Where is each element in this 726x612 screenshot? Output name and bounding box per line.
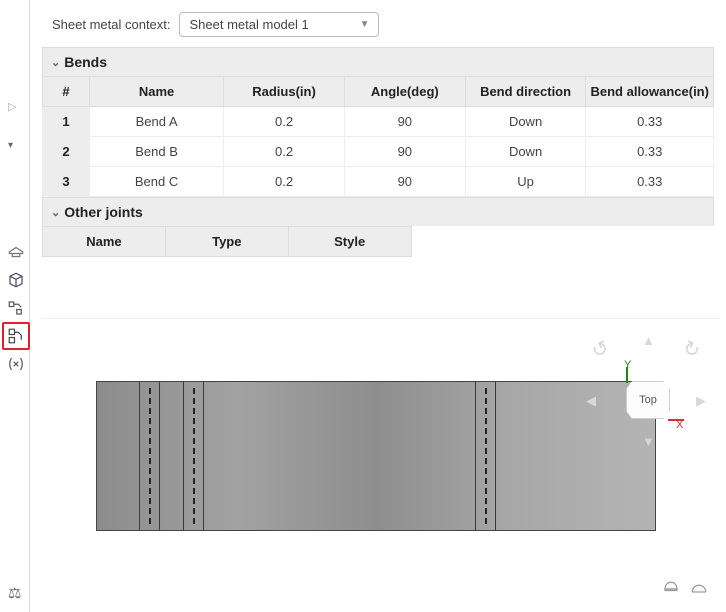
col-direction[interactable]: Bend direction [465, 77, 586, 107]
bend-centerline [193, 388, 195, 524]
table-header-row: # Name Radius(in) Angle(deg) Bend direct… [43, 77, 714, 107]
axis-x-line [668, 419, 684, 421]
axis-x-label: X [676, 419, 683, 431]
bend-edge [183, 382, 184, 530]
rotate-cw-icon[interactable]: ↺ [679, 335, 705, 365]
table-row[interactable]: 1 Bend A 0.2 90 Down 0.33 [43, 107, 714, 137]
chevron-down-icon: ⌄ [51, 56, 60, 69]
col-radius[interactable]: Radius(in) [224, 77, 345, 107]
col-name[interactable]: Name [43, 227, 166, 257]
view-cube-face[interactable]: Top [626, 381, 670, 419]
rotate-ccw-icon[interactable]: ↺ [588, 335, 614, 365]
bend-edge [203, 382, 204, 530]
tool-variable-icon[interactable] [2, 350, 30, 378]
context-dropdown[interactable]: Sheet metal model 1 ▼ [179, 12, 379, 37]
col-idx[interactable]: # [43, 77, 90, 107]
bend-edge [139, 382, 140, 530]
context-dropdown-value: Sheet metal model 1 [190, 17, 309, 32]
table-header-row: Name Type Style [43, 227, 412, 257]
tool-cube-icon[interactable] [2, 266, 30, 294]
bend-edge [495, 382, 496, 530]
viewport-3d[interactable]: ↺ ↺ ▲ ▼ ◀ ▶ Y X Top [42, 318, 720, 606]
col-angle[interactable]: Angle(deg) [344, 77, 465, 107]
joints-title: Other joints [64, 204, 143, 220]
bends-title: Bends [64, 54, 107, 70]
orbit-down-icon[interactable]: ▼ [642, 434, 655, 449]
orbit-left-icon[interactable]: ◀ [586, 393, 596, 409]
col-type[interactable]: Type [165, 227, 288, 257]
tool-part-icon[interactable] [2, 238, 30, 266]
expand-left-icon[interactable]: ▷ [8, 100, 22, 114]
table-row[interactable]: 2 Bend B 0.2 90 Down 0.33 [43, 137, 714, 167]
bend-centerline [485, 388, 487, 524]
tool-flatpattern-icon[interactable] [2, 322, 30, 350]
chevron-down-icon: ▼ [360, 19, 370, 30]
tool-balance-icon[interactable]: ⚖ [8, 584, 21, 602]
joints-section-header[interactable]: ⌄ Other joints [42, 197, 714, 226]
col-style[interactable]: Style [288, 227, 411, 257]
tool-unfold-icon[interactable] [2, 294, 30, 322]
orbit-up-icon[interactable]: ▲ [642, 333, 655, 348]
col-allowance[interactable]: Bend allowance(in) [586, 77, 714, 107]
chevron-down-icon: ⌄ [51, 206, 60, 219]
table-row[interactable]: 3 Bend C 0.2 90 Up 0.33 [43, 167, 714, 197]
collapse-toggle-icon[interactable]: ▾ [8, 140, 13, 151]
bend-edge [475, 382, 476, 530]
axis-y-label: Y [624, 359, 631, 371]
view-cube-face-label: Top [639, 394, 657, 406]
bends-table: # Name Radius(in) Angle(deg) Bend direct… [42, 76, 714, 197]
col-name[interactable]: Name [89, 77, 223, 107]
bends-section-header[interactable]: ⌄ Bends [42, 47, 714, 76]
bend-centerline [149, 388, 151, 524]
viewport-arc-icon[interactable] [690, 577, 708, 600]
bend-edge [159, 382, 160, 530]
context-label: Sheet metal context: [52, 17, 171, 32]
orbit-right-icon[interactable]: ▶ [696, 393, 706, 409]
viewport-helmet-icon[interactable] [662, 577, 680, 600]
joints-table: Name Type Style [42, 226, 412, 257]
flat-pattern-geometry[interactable] [96, 381, 656, 531]
